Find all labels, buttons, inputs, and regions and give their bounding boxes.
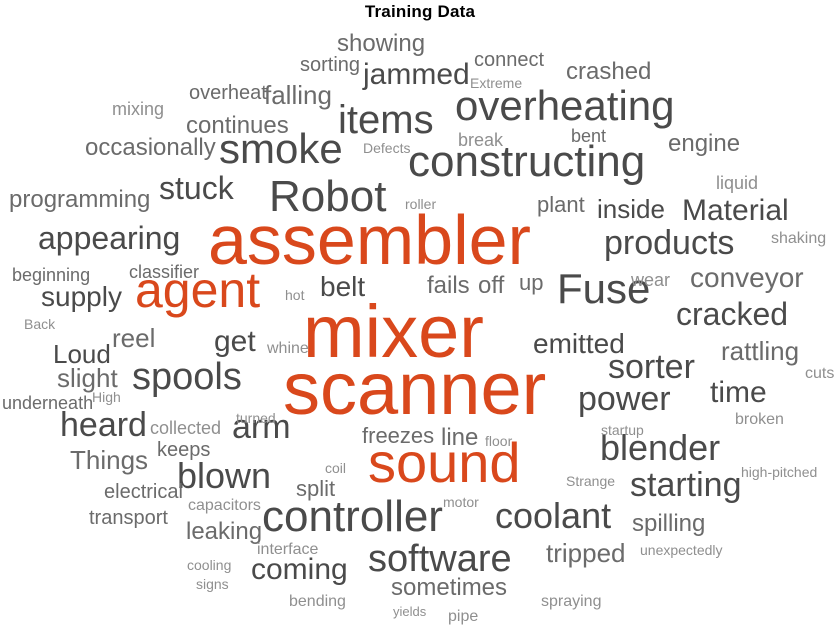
wordcloud-word: roller — [405, 196, 437, 212]
wordcloud-word: blown — [177, 455, 272, 496]
wordcloud-word: cuts — [805, 365, 835, 382]
wordcloud-word: belt — [320, 271, 366, 302]
wordcloud-word: items — [338, 98, 434, 142]
wordcloud-word: products — [604, 224, 735, 262]
wordcloud-canvas: Training Data mixer scanner assembler sound… — [0, 0, 840, 630]
wordcloud-word: collected — [150, 418, 222, 438]
wordcloud-word: supply — [41, 281, 122, 312]
wordcloud-word: line — [441, 424, 479, 451]
wordcloud-word: mixing — [112, 99, 165, 119]
wordcloud-word: scanner — [283, 347, 547, 430]
wordcloud-word: whine — [267, 340, 309, 357]
wordcloud-word: startup — [601, 422, 644, 438]
wordcloud-word: High — [92, 389, 121, 405]
wordcloud-word: break — [458, 130, 504, 150]
wordcloud-word: Strange — [566, 473, 616, 489]
wordcloud-word: falling — [264, 80, 332, 110]
wordcloud-word: Extreme — [470, 75, 523, 91]
wordcloud-word: software — [368, 538, 512, 580]
wordcloud-word: broken — [735, 411, 784, 428]
wordcloud-word: signs — [196, 576, 229, 592]
wordcloud-word: sometimes — [391, 574, 508, 601]
wordcloud-word: emitted — [533, 328, 625, 359]
wordcloud-word: cracked — [676, 296, 789, 332]
wordcloud-word: unexpectedly — [640, 542, 723, 558]
wordcloud-word: bending — [289, 593, 346, 610]
wordcloud-word: transport — [89, 507, 168, 529]
wordcloud-word: turned — [236, 410, 276, 426]
wordcloud-word: stuck — [159, 170, 234, 206]
wordcloud-word: inside — [597, 194, 665, 224]
wordcloud-word: continues — [186, 112, 289, 139]
wordcloud-word: spools — [132, 356, 242, 398]
wordcloud-word: occasionally — [85, 134, 216, 161]
wordcloud-word: interface — [257, 541, 319, 558]
wordcloud-word: get — [214, 325, 256, 358]
wordcloud-word: beginning — [12, 265, 91, 285]
wordcloud-word: capacitors — [188, 497, 261, 514]
wordcloud-word: tripped — [546, 538, 626, 568]
wordcloud-word: split — [296, 476, 336, 501]
wordcloud-word: fails — [427, 272, 470, 299]
wordcloud-word: controller — [262, 492, 443, 541]
wordcloud-word: Back — [24, 316, 56, 332]
wordcloud-word: heard — [60, 406, 147, 444]
wordcloud-word: spilling — [632, 510, 706, 537]
wordcloud-word: power — [578, 380, 671, 418]
wordcloud-word: freezes — [362, 423, 435, 448]
wordcloud-word: constructing — [408, 137, 646, 186]
wordcloud-word: up — [519, 270, 544, 295]
wordcloud-word: cooling — [187, 557, 232, 573]
wordcloud-word: coolant — [495, 495, 612, 536]
wordcloud-word: spraying — [541, 593, 602, 610]
wordcloud-word: crashed — [566, 58, 652, 85]
wordcloud-word: leaking — [186, 518, 263, 545]
wordcloud-word: engine — [668, 130, 741, 157]
wordcloud-word: hot — [285, 287, 305, 303]
wordcloud-word: jammed — [363, 58, 470, 91]
wordcloud-word: motor — [443, 494, 479, 510]
wordcloud-word: liquid — [716, 173, 759, 193]
wordcloud-word: appearing — [38, 220, 181, 256]
wordcloud-word: conveyor — [690, 262, 804, 293]
wordcloud-word: pipe — [448, 608, 479, 625]
wordcloud-word: keeps — [157, 439, 211, 461]
wordcloud-word: electrical — [104, 481, 183, 503]
wordcloud-word: underneath — [2, 393, 94, 413]
wordcloud-word: connect — [474, 49, 545, 71]
wordcloud-word: programming — [9, 186, 151, 213]
wordcloud-word: plant — [537, 192, 585, 217]
wordcloud-word: off — [478, 272, 505, 299]
wordcloud-word: coming — [251, 553, 348, 586]
chart-title: Training Data — [364, 2, 476, 21]
wordcloud-word: shaking — [771, 230, 827, 247]
wordcloud-word: bent — [571, 126, 607, 146]
wordcloud-word: overheating — [455, 82, 675, 129]
wordcloud-word: starting — [630, 466, 742, 504]
wordcloud-word: classifier — [129, 262, 200, 282]
wordcloud-word: Things — [70, 445, 149, 475]
wordcloud-word: Robot — [269, 172, 387, 221]
wordcloud-word: overheat — [189, 82, 267, 104]
wordcloud-word: showing — [337, 30, 426, 57]
wordcloud-word: Defects — [363, 140, 411, 156]
wordcloud-word: floor — [485, 433, 513, 449]
wordcloud-word: high-pitched — [741, 464, 818, 480]
wordcloud-word: coil — [325, 460, 347, 476]
wordcloud-word: reel — [112, 323, 156, 353]
wordcloud-word: slight — [57, 363, 118, 393]
wordcloud-word: yields — [393, 604, 427, 619]
wordcloud-word: rattling — [721, 336, 800, 366]
wordcloud-word: time — [710, 376, 767, 409]
wordcloud-word: sorting — [300, 54, 361, 76]
wordcloud-word: wear — [631, 270, 671, 290]
wordcloud-word: Material — [682, 194, 789, 227]
